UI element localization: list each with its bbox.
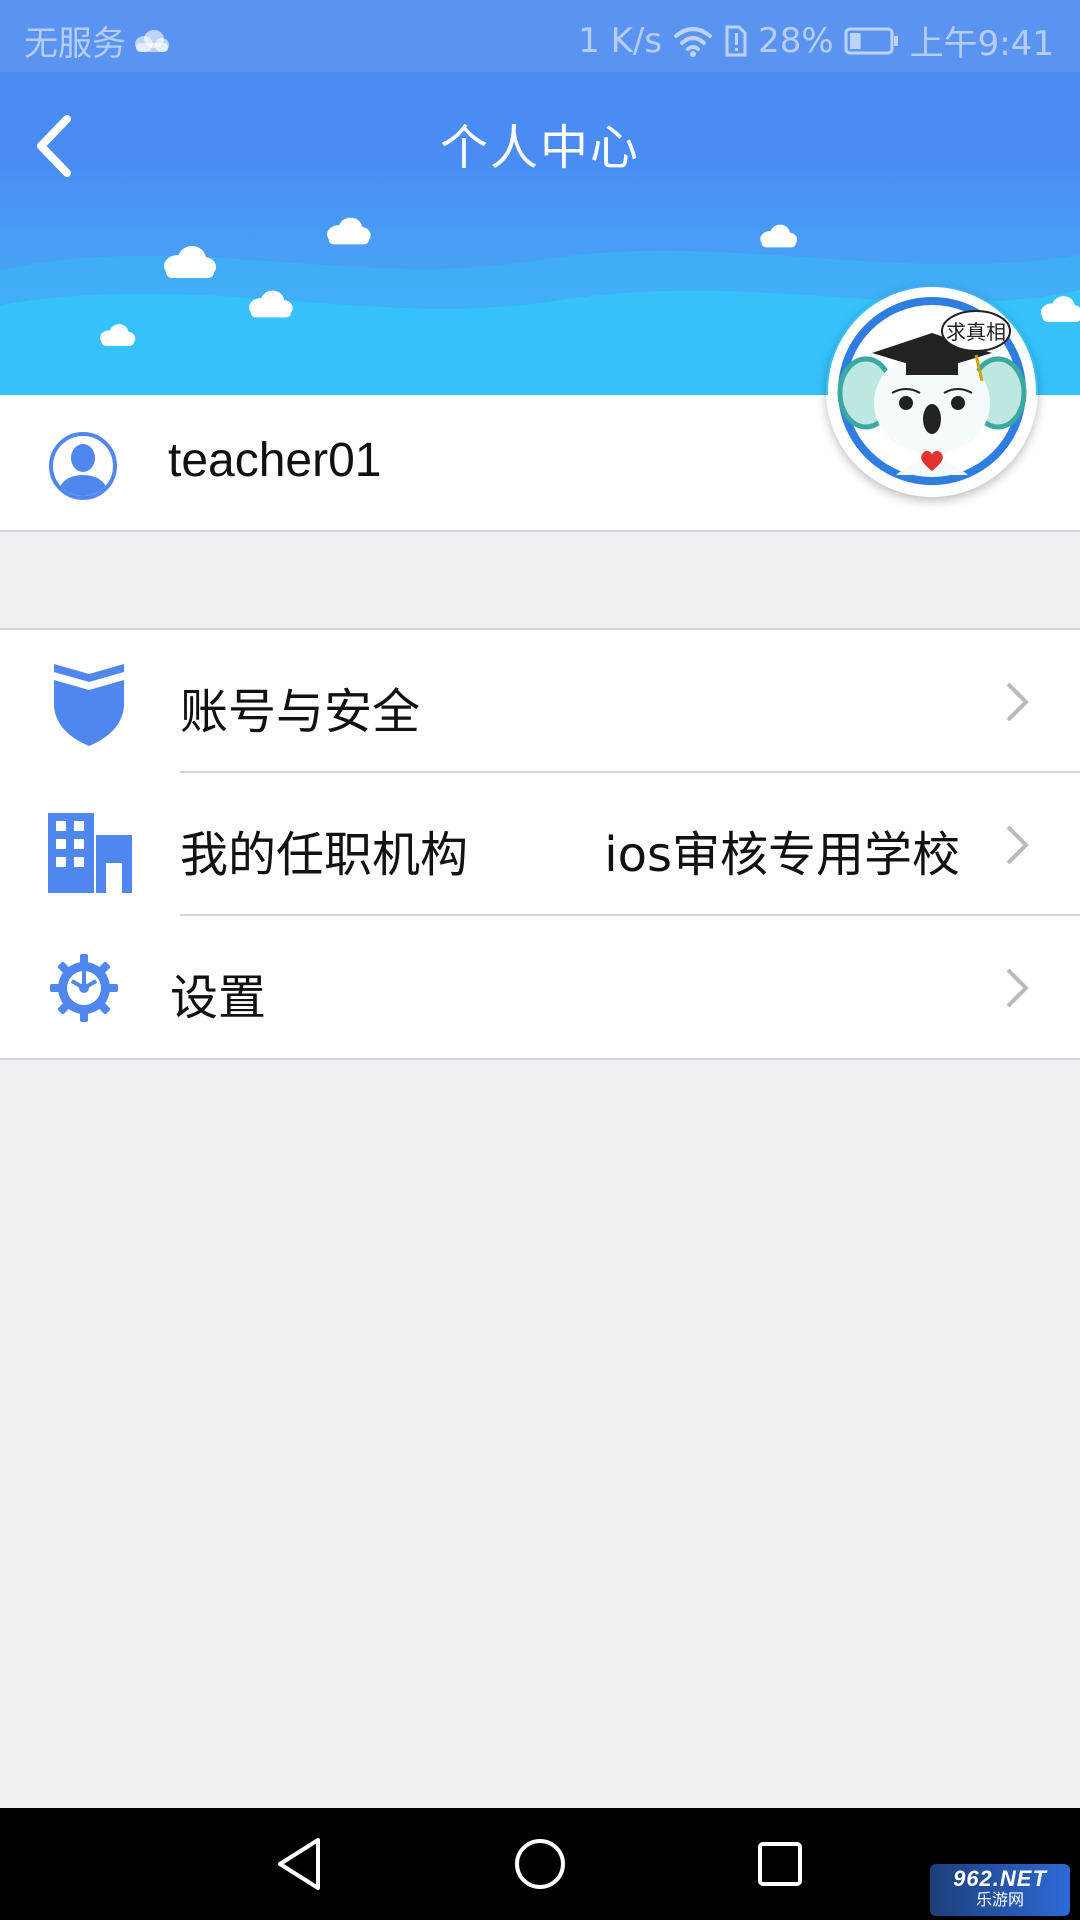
institution-value: ios审核专用学校 [604,827,960,883]
carrier-label: 无服务 [24,24,126,64]
building-icon [48,813,132,893]
chevron-right-icon [1006,825,1029,865]
mascot-avatar[interactable]: 求真相 [826,285,1038,497]
nav-recents-icon[interactable] [750,1834,810,1894]
cloud-decoration [327,217,371,245]
menu-item-institution[interactable]: 我的任职机构 ios审核专用学校 [0,773,1080,916]
shield-icon [54,664,124,746]
cloud-decoration [100,324,136,346]
watermark-line1: 962.NET [953,1866,1047,1891]
menu-item-account-security[interactable]: 账号与安全 [0,630,1080,773]
chevron-right-icon [1006,682,1029,722]
status-bar: 无服务 1 K/s 28% 上午9:41 [0,0,1080,72]
cloud-decoration [249,290,293,318]
nav-home-icon[interactable] [510,1834,570,1894]
menu-item-settings[interactable]: 设置 [0,916,1080,1059]
battery-percent: 28% [758,20,834,61]
page-title: 个人中心 [439,120,640,176]
cloud-decoration [1040,296,1080,322]
user-avatar-icon [49,432,117,500]
cloud-decoration [164,246,216,278]
menu-label: 账号与安全 [180,684,421,740]
username: teacher01 [168,434,382,487]
gear-icon [50,954,118,1022]
nav-back-icon[interactable] [270,1834,330,1894]
battery-icon [844,27,898,54]
clock: 上午9:41 [909,24,1054,64]
menu-label: 设置 [170,970,267,1026]
network-speed: 1 K/s [578,20,663,61]
system-navigation-bar: 962.NET 乐游网 [0,1808,1080,1920]
menu-label: 我的任职机构 [180,827,469,883]
settings-menu: 账号与安全 我的任职机构 ios审核专用学校 设置 [0,628,1080,1060]
site-watermark: 962.NET 乐游网 [930,1864,1070,1916]
watermark-line2: 乐游网 [975,1892,1024,1909]
cloud-decoration [760,224,798,248]
chevron-right-icon [1006,968,1029,1008]
sim-alert-icon [725,25,747,56]
mascot-bubble-text: 求真相 [946,320,1006,344]
wifi-icon [674,26,713,57]
cloud-icon [135,29,169,52]
